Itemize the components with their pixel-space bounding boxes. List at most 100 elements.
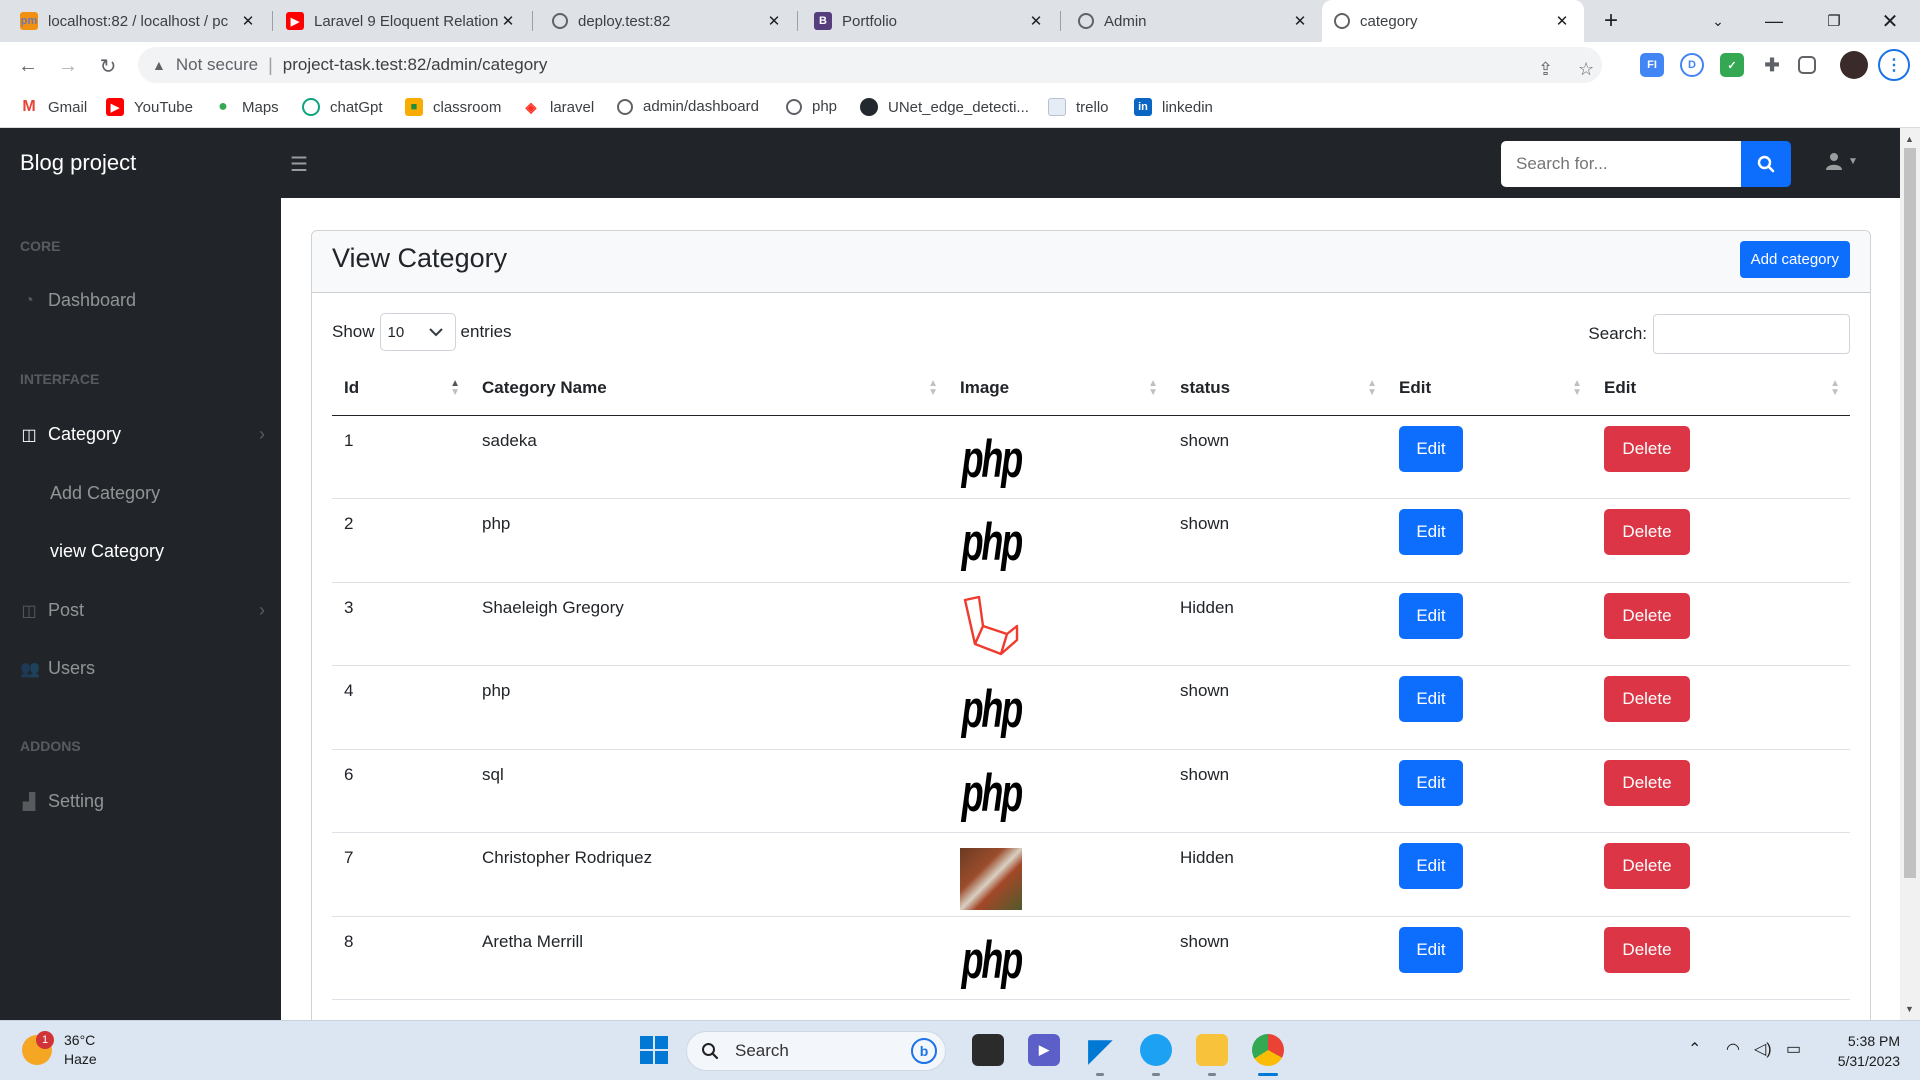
sidebar-item-category[interactable]: ◫ Category › (20, 424, 265, 445)
extension-d-icon[interactable]: D (1680, 53, 1704, 77)
sidebar-item-post[interactable]: ◫ Post › (20, 600, 265, 621)
navbar-search-input[interactable] (1501, 141, 1741, 187)
delete-button[interactable]: Delete (1604, 509, 1690, 555)
column-header-delete[interactable]: Edit ▲ ▼ (1592, 361, 1850, 416)
close-tab-icon[interactable]: ✕ (1290, 12, 1310, 30)
taskbar-search[interactable]: Search b (686, 1031, 946, 1071)
task-view-icon[interactable] (972, 1034, 1004, 1066)
vscode-icon[interactable]: ◤ (1084, 1034, 1116, 1067)
browser-tab[interactable]: ▶ Laravel 9 Eloquent Relation ✕ (274, 0, 530, 42)
close-tab-icon[interactable]: ✕ (1026, 12, 1046, 30)
bookmark-youtube[interactable]: ▶ YouTube (106, 98, 193, 116)
delete-button[interactable]: Delete (1604, 926, 1690, 973)
omnibox[interactable]: ▲ Not secure | project-task.test:82/admi… (138, 47, 1602, 83)
page-scrollbar[interactable]: ▲ ▼ (1900, 128, 1920, 1020)
scroll-up-icon[interactable]: ▲ (1905, 134, 1914, 144)
chrome-menu-icon[interactable]: ⋮ (1878, 49, 1910, 81)
system-clock[interactable]: 5:38 PM 5/31/2023 (1810, 1031, 1900, 1071)
minimize-button[interactable]: — (1746, 0, 1802, 42)
bookmark-trello[interactable]: trello (1048, 98, 1109, 116)
close-tab-icon[interactable]: ✕ (238, 12, 258, 30)
bookmark-php[interactable]: php (786, 98, 837, 115)
add-category-button[interactable]: Add category (1739, 241, 1850, 278)
chevron-up-icon[interactable]: ⌃ (1688, 1039, 1701, 1059)
browser-tab[interactable]: B Portfolio ✕ (802, 0, 1058, 42)
side-panel-icon[interactable] (1798, 56, 1816, 74)
file-explorer-icon[interactable] (1196, 1034, 1228, 1066)
delete-button[interactable]: Delete (1604, 759, 1690, 806)
column-header-status[interactable]: status ▲ ▼ (1168, 361, 1387, 416)
close-tab-icon[interactable]: ✕ (764, 12, 784, 30)
browser-tab-active[interactable]: category ✕ (1322, 0, 1584, 42)
bookmark-gmail[interactable]: M Gmail (20, 98, 87, 116)
volume-icon[interactable]: ◁) (1754, 1039, 1772, 1059)
bookmark-chatgpt[interactable]: chatGpt (302, 98, 383, 116)
restore-button[interactable]: ❐ (1806, 0, 1862, 42)
extension-fi-icon[interactable]: FI (1640, 53, 1664, 77)
entries-select[interactable]: 10 (379, 313, 456, 351)
delete-button[interactable]: Delete (1604, 843, 1690, 889)
tab-search-icon[interactable]: ⌄ (1690, 0, 1746, 42)
security-label[interactable]: Not secure (176, 55, 258, 75)
shield-extension-icon[interactable]: ✓ (1720, 53, 1744, 77)
sidebar-item-dashboard[interactable]: ◔ Dashboard (20, 290, 265, 311)
edit-button[interactable]: Edit (1399, 592, 1463, 639)
edit-button[interactable]: Edit (1399, 425, 1463, 472)
cell-category-name: sql (470, 749, 948, 833)
reload-icon[interactable]: ↻ (92, 50, 124, 82)
url-text[interactable]: project-task.test:82/admin/category (283, 55, 548, 75)
brand-logo[interactable]: Blog project (20, 150, 136, 176)
close-tab-icon[interactable]: ✕ (1552, 12, 1572, 30)
delete-button[interactable]: Delete (1604, 592, 1690, 639)
battery-icon[interactable]: ▭ (1786, 1039, 1801, 1059)
bookmark-linkedin[interactable]: in linkedin (1134, 98, 1213, 116)
bookmark-maps[interactable]: ● Maps (214, 98, 279, 116)
bookmark-admin-dashboard[interactable]: admin/dashboard (617, 98, 759, 115)
user-dropdown[interactable]: ▼ (1826, 152, 1858, 170)
sidebar-toggle-icon[interactable]: ☰ (290, 152, 308, 177)
scroll-down-icon[interactable]: ▼ (1905, 1004, 1914, 1014)
sidebar-subitem-add-category[interactable]: Add Category (50, 483, 160, 504)
windows-start-icon[interactable] (638, 1034, 670, 1066)
close-tab-icon[interactable]: ✕ (498, 12, 518, 30)
browser-tab[interactable]: deploy.test:82 ✕ (540, 0, 796, 42)
app-icon[interactable] (1140, 1034, 1172, 1066)
edit-button[interactable]: Edit (1399, 759, 1463, 806)
column-header-edit[interactable]: Edit ▲ ▼ (1387, 361, 1592, 416)
browser-tab[interactable]: pm localhost:82 / localhost / pc ✕ (8, 0, 270, 42)
new-tab-button[interactable]: + (1583, 0, 1639, 42)
column-header-image[interactable]: Image ▲ ▼ (948, 361, 1168, 416)
cell-status: shown (1168, 415, 1387, 499)
delete-button[interactable]: Delete (1604, 676, 1690, 722)
edit-button[interactable]: Edit (1399, 509, 1463, 555)
teams-chat-icon[interactable]: ▶ (1028, 1034, 1060, 1066)
edit-button[interactable]: Edit (1399, 676, 1463, 722)
scrollbar-thumb[interactable] (1904, 148, 1916, 878)
search-button[interactable] (1741, 141, 1791, 187)
sidebar-subitem-view-category[interactable]: view Category (50, 541, 164, 562)
delete-button[interactable]: Delete (1604, 425, 1690, 472)
bookmark-star-icon[interactable]: ☆ (1578, 59, 1594, 80)
bookmark-classroom[interactable]: ■ classroom (405, 98, 501, 116)
wifi-icon[interactable]: ◠ (1726, 1039, 1740, 1059)
edit-button[interactable]: Edit (1399, 843, 1463, 889)
chrome-icon[interactable] (1252, 1034, 1284, 1066)
back-icon[interactable]: ← (12, 50, 44, 82)
sidebar-item-setting[interactable]: ▟ Setting (20, 791, 265, 812)
bing-icon[interactable]: b (911, 1038, 937, 1064)
table-search-input[interactable] (1653, 314, 1850, 354)
bookmark-unet[interactable]: UNet_edge_detecti... (860, 98, 1029, 116)
weather-widget[interactable]: 1 36°C Haze (22, 1031, 97, 1069)
close-window-button[interactable]: ✕ (1862, 0, 1918, 42)
edit-button[interactable]: Edit (1399, 926, 1463, 973)
forward-icon[interactable]: → (52, 50, 84, 82)
browser-tab[interactable]: Admin ✕ (1066, 0, 1322, 42)
bookmark-laravel[interactable]: ◈ laravel (522, 98, 595, 116)
sort-asc-icon: ▲ ▼ (450, 378, 460, 398)
column-header-id[interactable]: Id ▲ ▼ (332, 361, 470, 416)
column-header-category-name[interactable]: Category Name ▲ ▼ (470, 361, 948, 416)
profile-avatar[interactable] (1840, 51, 1868, 79)
extensions-puzzle-icon[interactable]: ✚ (1760, 53, 1784, 77)
share-icon[interactable]: ⇪ (1538, 59, 1553, 80)
sidebar-item-users[interactable]: 👥 Users (20, 658, 265, 679)
